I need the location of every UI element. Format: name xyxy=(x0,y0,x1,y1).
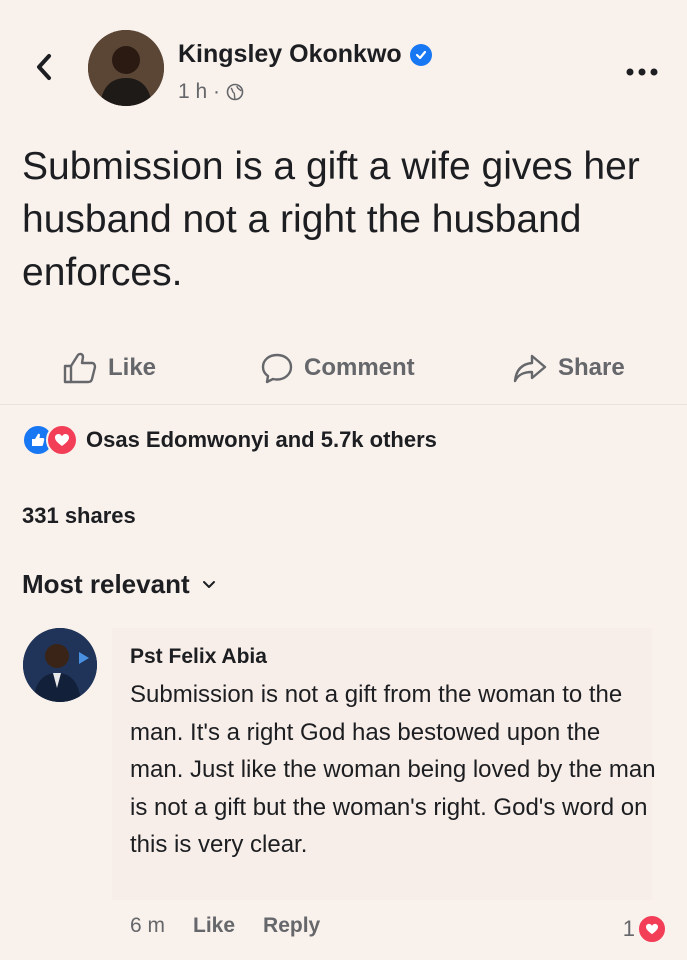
share-icon xyxy=(513,354,547,383)
back-button[interactable] xyxy=(30,50,58,84)
author-avatar[interactable] xyxy=(88,30,164,106)
shares-count[interactable]: 331 shares xyxy=(22,503,136,529)
share-label: Share xyxy=(558,354,625,381)
post-text: Submission is a gift a wife gives her hu… xyxy=(22,145,640,294)
comment-icon xyxy=(261,353,293,384)
commenter-avatar-image xyxy=(23,628,97,702)
comment-meta: 6 m Like Reply xyxy=(130,914,320,938)
divider xyxy=(0,404,687,405)
commenter-avatar[interactable] xyxy=(23,628,97,702)
comment-like-button[interactable]: Like xyxy=(193,914,235,938)
like-button[interactable]: Like xyxy=(62,345,156,391)
reactions-text: Osas Edomwonyi and 5.7k others xyxy=(86,427,437,452)
more-options-button[interactable] xyxy=(625,58,659,78)
comment-reaction-count: 1 xyxy=(622,916,635,941)
love-reaction-icon xyxy=(637,914,667,944)
globe-icon xyxy=(226,83,244,101)
post-author[interactable]: Kingsley Okonkwo xyxy=(178,40,432,69)
comment-author[interactable]: Pst Felix Abia xyxy=(130,645,267,669)
author-name[interactable]: Kingsley Okonkwo xyxy=(178,40,402,69)
share-button[interactable]: Share xyxy=(512,345,625,391)
verified-badge-icon xyxy=(409,43,432,66)
comment-button[interactable]: Comment xyxy=(260,345,415,391)
comment-time: 6 m xyxy=(130,914,166,937)
back-arrow-icon xyxy=(37,54,51,80)
post-meta: 1 h · xyxy=(178,80,244,104)
reactions-summary[interactable]: Osas Edomwonyi and 5.7k others xyxy=(22,424,437,456)
post-time[interactable]: 1 h · xyxy=(178,80,220,104)
comment-reactions[interactable]: 1 xyxy=(623,914,667,944)
like-label: Like xyxy=(108,354,157,381)
comment-text: Submission is not a gift from the woman … xyxy=(130,681,656,858)
love-reaction-icon xyxy=(46,424,78,456)
author-avatar-image xyxy=(88,30,164,106)
comment-label: Comment xyxy=(304,354,415,381)
comment-sort-dropdown[interactable]: Most relevant xyxy=(22,569,216,600)
comment-reply-button[interactable]: Reply xyxy=(263,914,320,938)
more-icon xyxy=(626,68,658,76)
sort-label: Most relevant xyxy=(22,569,190,599)
chevron-down-icon xyxy=(202,580,215,588)
action-bar: Like Comment Share xyxy=(0,345,687,391)
like-icon xyxy=(63,352,97,384)
